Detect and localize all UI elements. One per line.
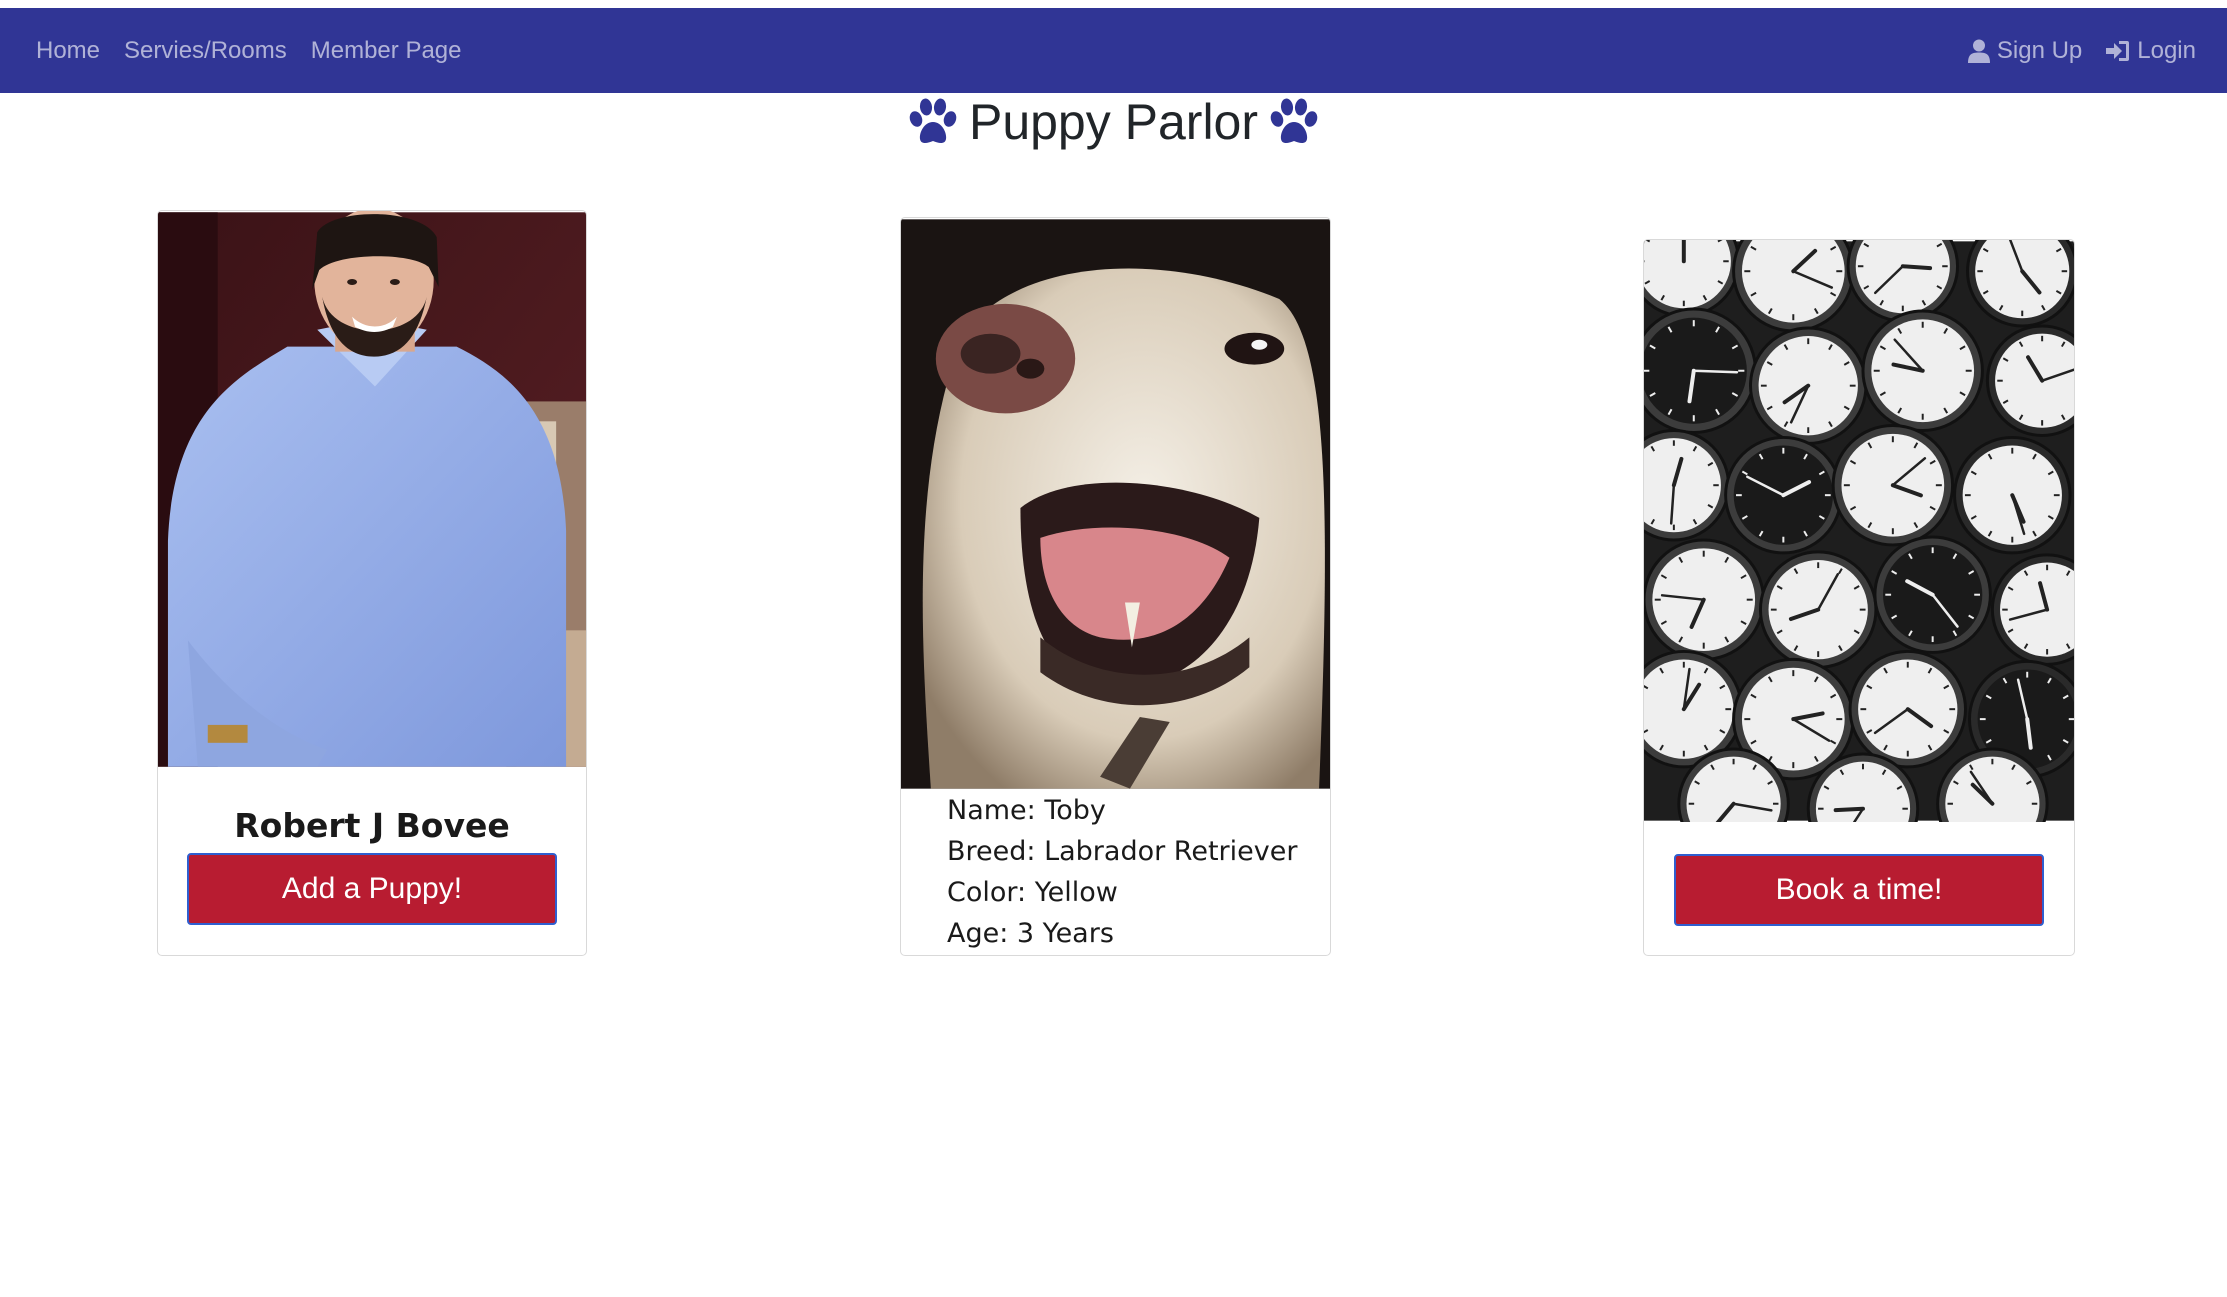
signup-label: Sign Up xyxy=(1996,36,2083,64)
login-link[interactable]: Login xyxy=(2106,37,2196,65)
nav-home-link[interactable]: Home xyxy=(36,37,100,65)
booking-card: Book a time! xyxy=(1643,239,2075,956)
clock-graphic xyxy=(1831,423,1955,547)
puppy-color: Color: Yellow xyxy=(947,877,1118,908)
navbar: Home Servies/Rooms Member Page Sign Up L… xyxy=(0,8,2227,93)
paw-icon xyxy=(1270,98,1318,143)
puppy-photo xyxy=(901,219,1330,789)
puppy-card: Name: Toby Breed: Labrador Retriever Col… xyxy=(900,217,1331,956)
add-puppy-button[interactable]: Add a Puppy! xyxy=(187,853,557,925)
nav-right: Sign Up Login xyxy=(1944,8,2196,93)
user-icon xyxy=(1967,39,1990,63)
signup-link[interactable]: Sign Up xyxy=(1967,36,2083,65)
puppy-info: Name: Toby Breed: Labrador Retriever Col… xyxy=(947,790,1297,954)
book-time-button[interactable]: Book a time! xyxy=(1674,854,2044,926)
puppy-age: Age: 3 Years xyxy=(947,918,1114,949)
clock-graphic xyxy=(1644,538,1765,661)
clock-graphic xyxy=(1724,435,1843,555)
owner-card: Robert J Bovee Add a Puppy! xyxy=(157,210,587,956)
puppy-breed: Breed: Labrador Retriever xyxy=(947,836,1298,867)
puppy-name: Name: Toby xyxy=(947,795,1106,826)
clock-graphic xyxy=(1848,649,1967,769)
top-strip xyxy=(0,0,2227,8)
brand-title: Puppy Parlor xyxy=(968,94,1259,150)
owner-name: Robert J Bovee xyxy=(234,806,510,845)
clock-graphic xyxy=(1749,326,1868,445)
nav-services-link[interactable]: Servies/Rooms xyxy=(124,37,287,65)
owner-photo xyxy=(158,211,586,767)
clock-graphic xyxy=(1644,307,1757,434)
paw-icon xyxy=(909,98,957,143)
login-label: Login xyxy=(2137,36,2196,64)
page-title: Puppy Parlor xyxy=(0,88,2227,163)
clock-graphic xyxy=(1953,435,2072,555)
nav-left: Home Servies/Rooms Member Page xyxy=(36,8,486,93)
clock-graphic xyxy=(1758,550,1878,669)
clock-graphic xyxy=(1861,309,1984,432)
sign-in-icon xyxy=(2106,40,2130,61)
clock-graphic xyxy=(1873,535,1992,654)
clocks-photo xyxy=(1644,240,2074,822)
nav-member-link[interactable]: Member Page xyxy=(311,37,462,65)
